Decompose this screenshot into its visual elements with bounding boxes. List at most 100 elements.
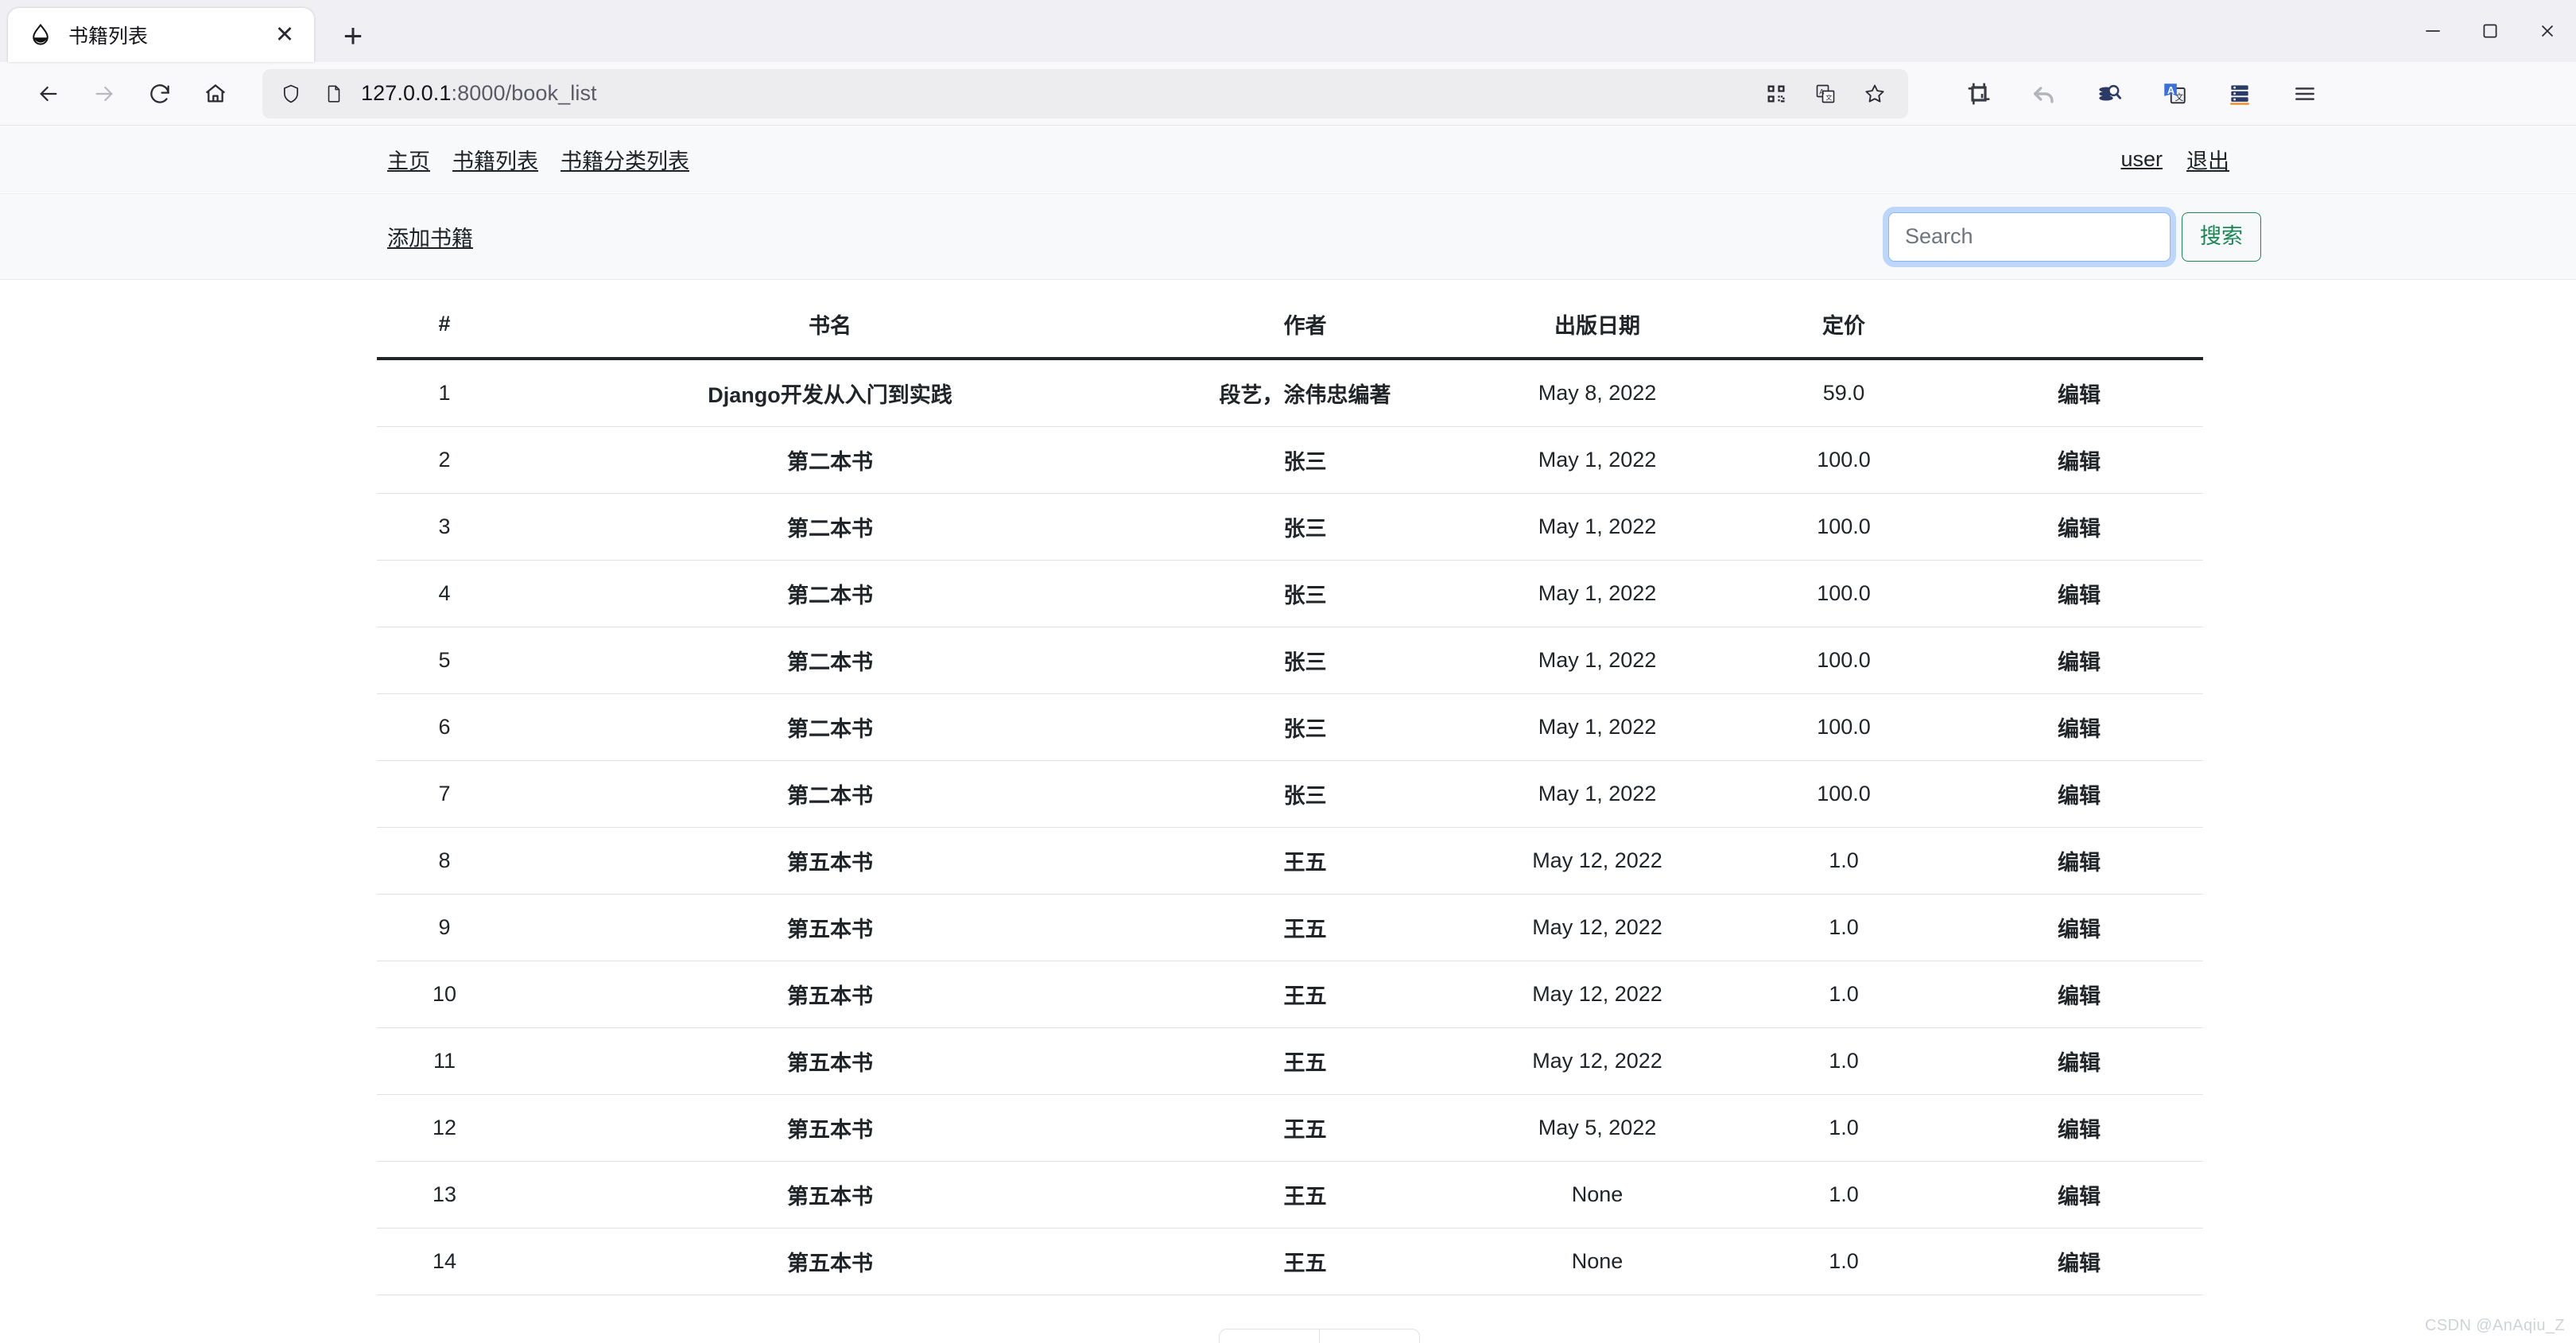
edit-link[interactable]: 编辑 bbox=[2058, 984, 2101, 1008]
search-form: 搜索 bbox=[1888, 212, 2261, 262]
cell-actions: 编辑 bbox=[1955, 1027, 2203, 1095]
table-row: 7 第二本书 张三 May 1, 2022 100.0 编辑 bbox=[377, 760, 2203, 828]
site-navbar: 主页 书籍列表 书籍分类列表 user 退出 bbox=[0, 126, 2576, 194]
site-nav-links: 主页 书籍列表 书籍分类列表 bbox=[387, 144, 689, 175]
undo-arrow-icon[interactable] bbox=[2026, 76, 2062, 112]
cell-date: May 8, 2022 bbox=[1462, 359, 1732, 427]
close-icon[interactable]: ✕ bbox=[270, 20, 300, 50]
cell-index: 1 bbox=[377, 359, 512, 427]
page-document-icon[interactable] bbox=[318, 78, 350, 110]
cell-price: 100.0 bbox=[1732, 760, 1955, 828]
new-tab-button[interactable]: + bbox=[332, 14, 374, 57]
cell-price: 1.0 bbox=[1732, 1094, 1955, 1162]
edit-link[interactable]: 编辑 bbox=[2058, 1118, 2101, 1142]
book-table: # 书名 作者 出版日期 定价 1 Django开发从入门到实践 段艺，涂伟忠编著 M… bbox=[377, 294, 2203, 1295]
add-book-link[interactable]: 添加书籍 bbox=[387, 221, 473, 252]
cell-price: 1.0 bbox=[1732, 894, 1955, 961]
url-text: 127.0.0.1:8000/book_list bbox=[361, 81, 1749, 106]
maximize-icon[interactable] bbox=[2462, 0, 2519, 62]
nav-link-logout[interactable]: 退出 bbox=[2186, 144, 2229, 175]
cell-author: 王五 bbox=[1148, 1027, 1462, 1095]
cell-date: May 1, 2022 bbox=[1462, 493, 1732, 561]
home-icon[interactable] bbox=[189, 68, 242, 120]
next-page-button[interactable]: 下一页 bbox=[1318, 1329, 1420, 1343]
edit-link[interactable]: 编辑 bbox=[2058, 450, 2101, 474]
edit-link[interactable]: 编辑 bbox=[2058, 784, 2101, 808]
column-header-actions bbox=[1955, 294, 2203, 360]
bookmark-star-icon[interactable] bbox=[1859, 78, 1891, 110]
cell-price: 1.0 bbox=[1732, 1027, 1955, 1095]
translate-page-icon[interactable]: A 文 bbox=[1810, 78, 1841, 110]
screenshot-crop-icon[interactable] bbox=[1961, 76, 1997, 112]
cell-index: 5 bbox=[377, 627, 512, 694]
cell-title: 第二本书 bbox=[512, 760, 1148, 828]
qr-code-icon[interactable] bbox=[1760, 78, 1792, 110]
reload-icon[interactable] bbox=[134, 68, 186, 120]
edit-link[interactable]: 编辑 bbox=[2058, 1051, 2101, 1075]
app-menu-icon[interactable] bbox=[2287, 76, 2323, 112]
cell-actions: 编辑 bbox=[1955, 894, 2203, 961]
edit-link[interactable]: 编辑 bbox=[2058, 851, 2101, 875]
cell-date: May 5, 2022 bbox=[1462, 1094, 1732, 1162]
edit-link[interactable]: 编辑 bbox=[2058, 650, 2101, 674]
cell-price: 100.0 bbox=[1732, 493, 1955, 561]
search-stack-icon[interactable] bbox=[2091, 76, 2128, 112]
search-button[interactable]: 搜索 bbox=[2182, 212, 2261, 262]
cell-actions: 编辑 bbox=[1955, 693, 2203, 761]
cell-index: 13 bbox=[377, 1161, 512, 1228]
table-row: 6 第二本书 张三 May 1, 2022 100.0 编辑 bbox=[377, 693, 2203, 761]
column-header-title: 书名 bbox=[512, 294, 1148, 360]
cell-title: 第二本书 bbox=[512, 560, 1148, 627]
cell-index: 8 bbox=[377, 827, 512, 895]
cell-title: 第五本书 bbox=[512, 961, 1148, 1028]
search-input[interactable] bbox=[1888, 212, 2171, 262]
edit-link[interactable]: 编辑 bbox=[2058, 717, 2101, 741]
edit-link[interactable]: 编辑 bbox=[2058, 1185, 2101, 1209]
cell-actions: 编辑 bbox=[1955, 961, 2203, 1028]
window-close-icon[interactable] bbox=[2519, 0, 2576, 62]
table-body: 1 Django开发从入门到实践 段艺，涂伟忠编著 May 8, 2022 59.0 编辑… bbox=[377, 359, 2203, 1295]
cell-actions: 编辑 bbox=[1955, 827, 2203, 895]
translate-extension-icon[interactable]: 文 A bbox=[2156, 76, 2193, 112]
edit-link[interactable]: 编辑 bbox=[2058, 584, 2101, 607]
page-viewport: 主页 书籍列表 书籍分类列表 user 退出 添加书籍 搜索 bbox=[0, 126, 2576, 1343]
table-row: 10 第五本书 王五 May 12, 2022 1.0 编辑 bbox=[377, 961, 2203, 1028]
cell-title: 第五本书 bbox=[512, 1228, 1148, 1295]
cell-actions: 编辑 bbox=[1955, 426, 2203, 494]
edit-link[interactable]: 编辑 bbox=[2058, 918, 2101, 941]
server-stack-icon[interactable] bbox=[2221, 76, 2258, 112]
edit-link[interactable]: 编辑 bbox=[2058, 383, 2101, 407]
nav-link-home[interactable]: 主页 bbox=[387, 144, 430, 175]
address-bar[interactable]: 127.0.0.1:8000/book_list A 文 bbox=[262, 68, 1908, 118]
prev-page-button[interactable]: 上一页 bbox=[1218, 1329, 1319, 1343]
edit-link[interactable]: 编辑 bbox=[2058, 517, 2101, 541]
browser-tab[interactable]: 书籍列表 ✕ bbox=[8, 8, 314, 62]
cell-index: 10 bbox=[377, 961, 512, 1028]
cell-author: 王五 bbox=[1148, 1228, 1462, 1295]
cell-date: May 1, 2022 bbox=[1462, 426, 1732, 494]
shield-icon[interactable] bbox=[275, 78, 307, 110]
cell-author: 张三 bbox=[1148, 560, 1462, 627]
nav-link-book-category-list[interactable]: 书籍分类列表 bbox=[561, 144, 689, 175]
nav-link-username[interactable]: user bbox=[2120, 147, 2163, 172]
firefox-droplet-icon bbox=[27, 21, 54, 49]
cell-date: May 12, 2022 bbox=[1462, 1027, 1732, 1095]
cell-author: 张三 bbox=[1148, 426, 1462, 494]
cell-date: None bbox=[1462, 1161, 1732, 1228]
cell-title: Django开发从入门到实践 bbox=[512, 359, 1148, 427]
cell-author: 王五 bbox=[1148, 1161, 1462, 1228]
cell-actions: 编辑 bbox=[1955, 493, 2203, 561]
back-arrow-icon[interactable] bbox=[22, 68, 75, 120]
cell-index: 9 bbox=[377, 894, 512, 961]
cell-title: 第五本书 bbox=[512, 894, 1148, 961]
nav-link-book-list[interactable]: 书籍列表 bbox=[452, 144, 538, 175]
table-head: # 书名 作者 出版日期 定价 bbox=[377, 294, 2203, 360]
cell-title: 第五本书 bbox=[512, 827, 1148, 895]
page-content: # 书名 作者 出版日期 定价 1 Django开发从入门到实践 段艺，涂伟忠编著 M… bbox=[0, 280, 2576, 1343]
edit-link[interactable]: 编辑 bbox=[2058, 1252, 2101, 1275]
cell-index: 7 bbox=[377, 760, 512, 828]
cell-date: May 1, 2022 bbox=[1462, 760, 1732, 828]
browser-toolbar: 127.0.0.1:8000/book_list A 文 文 A bbox=[0, 62, 2576, 126]
svg-text:文: 文 bbox=[1825, 93, 1832, 101]
minimize-icon[interactable] bbox=[2404, 0, 2462, 62]
